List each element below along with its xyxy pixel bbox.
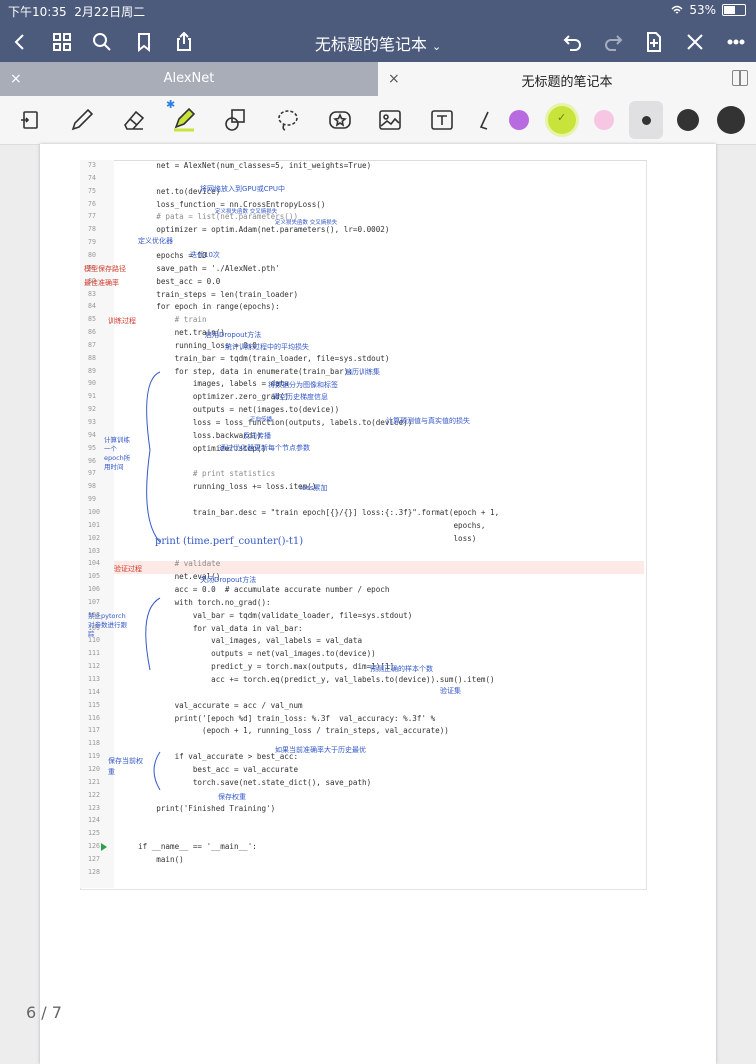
handwriting-strokes	[145, 371, 161, 791]
page-indicator[interactable]: 6 / 7	[26, 1003, 62, 1022]
